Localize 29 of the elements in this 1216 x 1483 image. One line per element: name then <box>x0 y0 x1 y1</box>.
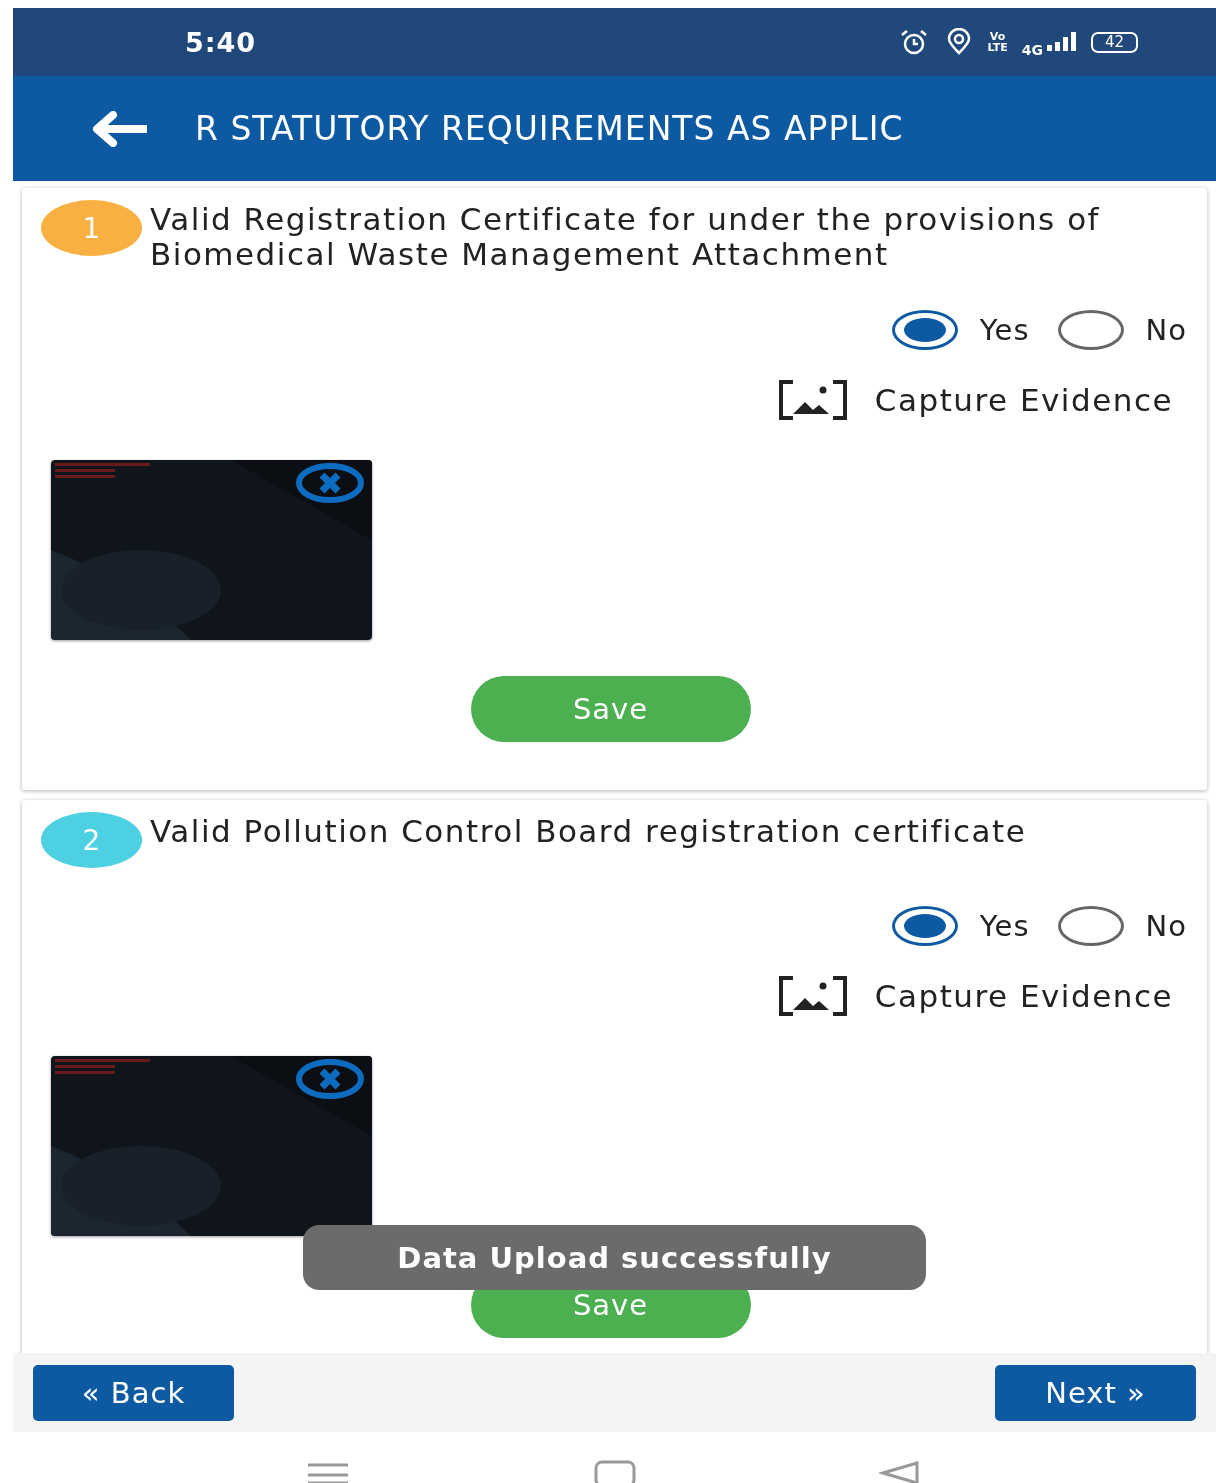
question-number: 2 <box>41 812 142 868</box>
back-button[interactable]: « Back <box>33 1364 234 1421</box>
capture-evidence-link[interactable]: Capture Evidence <box>874 382 1173 418</box>
clock-time: 5:40 <box>185 26 257 58</box>
image-frame-icon[interactable] <box>778 976 847 1016</box>
remove-icon[interactable] <box>295 1058 365 1100</box>
radio-button[interactable] <box>891 310 958 350</box>
next-button[interactable]: Next » <box>995 1364 1196 1421</box>
question-number: 1 <box>41 200 142 256</box>
toast-message: Data Upload successfully <box>303 1225 926 1290</box>
battery-indicator: 42 <box>1090 31 1138 53</box>
back-triangle-icon[interactable] <box>879 1459 921 1483</box>
question-text: Valid Registration Certificate for under the provisions of Biomedical Waste Management Attachment <box>150 200 1101 272</box>
menu-icon[interactable] <box>306 1461 350 1483</box>
volte-indicator: Vo LTE <box>987 31 1008 53</box>
image-frame-icon[interactable] <box>778 380 847 420</box>
radio-label[interactable]: Yes <box>979 909 1030 943</box>
page-title: R STATUTORY REQUIREMENTS AS APPLIC <box>195 109 904 148</box>
radio-label[interactable]: No <box>1145 909 1187 943</box>
radio-label[interactable]: No <box>1145 313 1187 347</box>
signal-icon <box>1046 31 1077 53</box>
question-text: Valid Pollution Control Board registration certificate <box>150 812 1027 849</box>
radio-label[interactable]: Yes <box>979 313 1030 347</box>
radio-button[interactable] <box>1057 310 1124 350</box>
remove-icon[interactable] <box>295 462 365 504</box>
radio-button[interactable] <box>891 906 958 946</box>
capture-evidence-link[interactable]: Capture Evidence <box>874 978 1173 1014</box>
network-type: 4G <box>1021 42 1043 58</box>
radio-button[interactable] <box>1057 906 1124 946</box>
